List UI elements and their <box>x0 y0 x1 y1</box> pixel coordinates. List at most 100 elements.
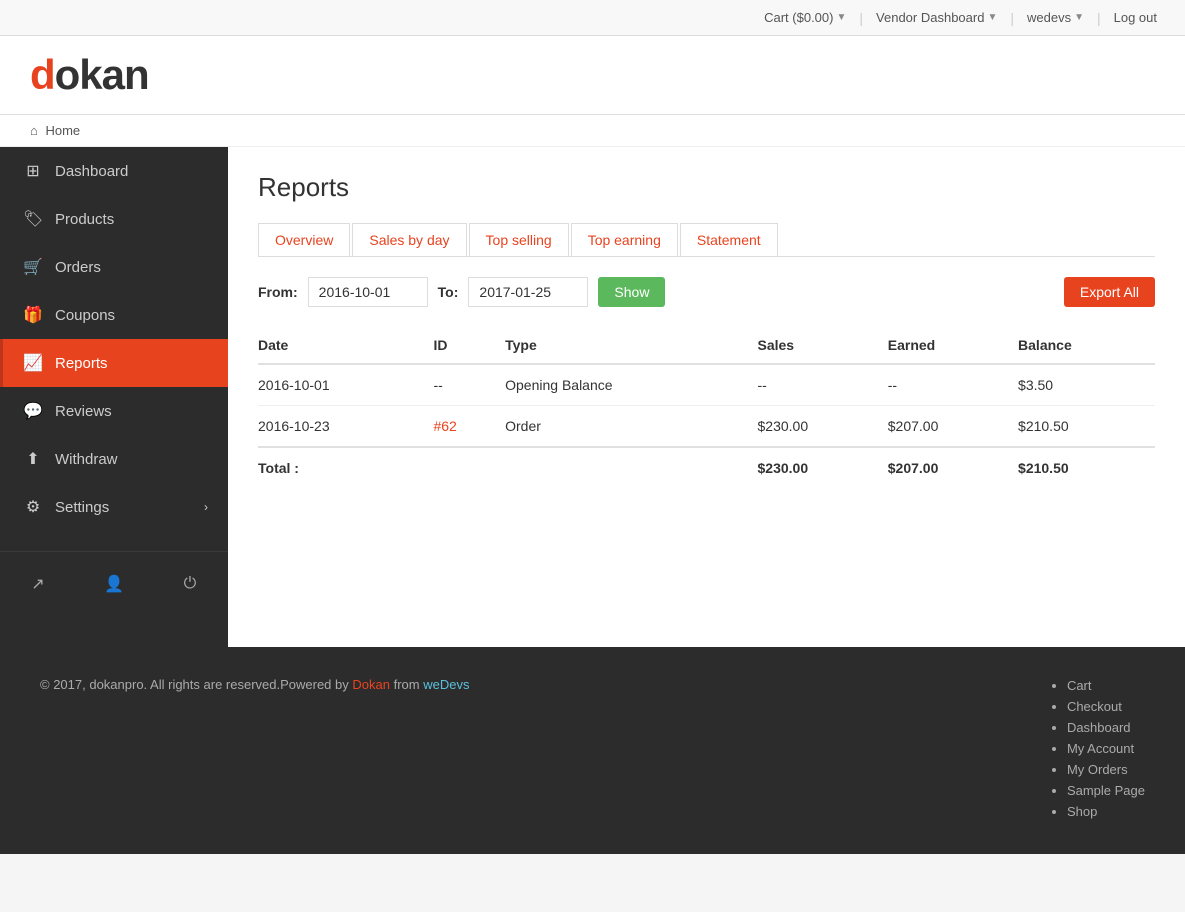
table-row: 2016-10-01--Opening Balance----$3.50 <box>258 364 1155 406</box>
footer-link[interactable]: My Account <box>1067 741 1134 756</box>
show-button[interactable]: Show <box>598 277 665 307</box>
footer-link[interactable]: Sample Page <box>1067 783 1145 798</box>
sidebar-item-withdraw[interactable]: ⬆ Withdraw <box>0 435 228 483</box>
footer-links: Cart Checkout Dashboard My Account My Orders… <box>1047 677 1145 824</box>
site-footer: © 2017, dokanpro. All rights are reserve… <box>0 647 1185 854</box>
withdraw-icon: ⬆ <box>23 449 43 469</box>
table-row: 2016-10-23#62Order$230.00$207.00$210.50 <box>258 406 1155 448</box>
footer-link[interactable]: Checkout <box>1067 699 1122 714</box>
cell-sales: -- <box>758 364 888 406</box>
to-label: To: <box>438 284 459 300</box>
cell-balance: $3.50 <box>1018 364 1155 406</box>
footer-dokan-link[interactable]: Dokan <box>352 677 390 692</box>
from-date-input[interactable] <box>308 277 428 307</box>
logo-d: d <box>30 51 55 98</box>
footer-link-item: Cart <box>1067 677 1145 693</box>
footer-link-item: Sample Page <box>1067 782 1145 798</box>
vendor-dashboard-button[interactable]: Vendor Dashboard ▼ <box>868 10 1005 25</box>
cart-caret: ▼ <box>836 12 846 23</box>
user-icon: 👤 <box>104 574 124 594</box>
cart-label: Cart ($0.00) <box>764 10 833 25</box>
cell-date: 2016-10-01 <box>258 364 433 406</box>
table-total-row: Total :$230.00$207.00$210.50 <box>258 447 1155 488</box>
sidebar-user-button[interactable]: 👤 <box>76 562 152 606</box>
total-balance: $210.50 <box>1018 447 1155 488</box>
col-header-date: Date <box>258 327 433 364</box>
sidebar-item-products[interactable]: 🏷 Products <box>0 195 228 243</box>
sidebar-label-orders: Orders <box>55 259 101 276</box>
tab-sales-by-day[interactable]: Sales by day <box>352 223 466 256</box>
total-sales: $230.00 <box>758 447 888 488</box>
sidebar-item-orders[interactable]: 🛒 Orders <box>0 243 228 291</box>
col-header-type: Type <box>505 327 757 364</box>
total-id <box>433 447 505 488</box>
tab-statement[interactable]: Statement <box>680 223 778 256</box>
sidebar-label-settings: Settings <box>55 499 109 516</box>
from-label: From: <box>258 284 298 300</box>
logout-label: Log out <box>1114 10 1157 25</box>
to-date-input[interactable] <box>468 277 588 307</box>
footer-link[interactable]: Dashboard <box>1067 720 1131 735</box>
sidebar-label-reports: Reports <box>55 355 108 372</box>
col-header-earned: Earned <box>888 327 1018 364</box>
footer-link-item: My Account <box>1067 740 1145 756</box>
cell-earned: $207.00 <box>888 406 1018 448</box>
tab-top-selling[interactable]: Top selling <box>469 223 569 256</box>
settings-icon: ⚙ <box>23 497 43 517</box>
site-logo: dokan <box>30 51 1155 99</box>
sidebar-label-products: Products <box>55 211 114 228</box>
vendor-caret: ▼ <box>987 12 997 23</box>
footer-link[interactable]: Shop <box>1067 804 1097 819</box>
topbar: Cart ($0.00) ▼ | Vendor Dashboard ▼ | we… <box>0 0 1185 36</box>
sidebar-label-coupons: Coupons <box>55 307 115 324</box>
footer-link-item: Dashboard <box>1067 719 1145 735</box>
site-header: dokan <box>0 36 1185 115</box>
sidebar-external-button[interactable]: ↗ <box>0 562 76 606</box>
footer-link-item: Shop <box>1067 803 1145 819</box>
total-type <box>505 447 757 488</box>
col-header-id: ID <box>433 327 505 364</box>
vendor-dashboard-label: Vendor Dashboard <box>876 10 984 25</box>
user-caret: ▼ <box>1074 12 1084 23</box>
tab-overview[interactable]: Overview <box>258 223 350 256</box>
user-menu-button[interactable]: wedevs ▼ <box>1019 10 1092 25</box>
logout-button[interactable]: Log out <box>1106 10 1165 25</box>
tabs: Overview Sales by day Top selling Top ea… <box>258 223 1155 257</box>
sidebar-label-reviews: Reviews <box>55 403 112 420</box>
sidebar: ⊞ Dashboard 🏷 Products 🛒 Orders 🎁 Coupon… <box>0 147 228 647</box>
cell-type: Order <box>505 406 757 448</box>
cart-button[interactable]: Cart ($0.00) ▼ <box>756 10 854 25</box>
cell-id[interactable]: #62 <box>433 406 505 448</box>
sidebar-item-reports[interactable]: 📈 Reports <box>0 339 228 387</box>
sidebar-item-dashboard[interactable]: ⊞ Dashboard <box>0 147 228 195</box>
footer-link[interactable]: Cart <box>1067 678 1092 693</box>
footer-link[interactable]: My Orders <box>1067 762 1128 777</box>
coupons-icon: 🎁 <box>23 305 43 325</box>
cell-earned: -- <box>888 364 1018 406</box>
sidebar-item-reviews[interactable]: 💬 Reviews <box>0 387 228 435</box>
home-icon: ⌂ <box>30 123 38 138</box>
page-title: Reports <box>258 172 1155 203</box>
content-area: Reports Overview Sales by day Top sellin… <box>228 147 1185 647</box>
sidebar-power-button[interactable]: ⏻ <box>152 562 228 606</box>
total-label: Total : <box>258 447 433 488</box>
external-icon: ↗ <box>31 574 44 594</box>
main-layout: ⊞ Dashboard 🏷 Products 🛒 Orders 🎁 Coupon… <box>0 147 1185 647</box>
export-all-button[interactable]: Export All <box>1064 277 1155 307</box>
reviews-icon: 💬 <box>23 401 43 421</box>
col-header-balance: Balance <box>1018 327 1155 364</box>
cell-balance: $210.50 <box>1018 406 1155 448</box>
breadcrumb: ⌂ Home <box>0 115 1185 147</box>
user-label: wedevs <box>1027 10 1071 25</box>
sidebar-label-dashboard: Dashboard <box>55 163 128 180</box>
cell-type: Opening Balance <box>505 364 757 406</box>
tab-top-earning[interactable]: Top earning <box>571 223 678 256</box>
sidebar-item-settings[interactable]: ⚙ Settings › <box>0 483 228 531</box>
products-icon: 🏷 <box>23 209 43 229</box>
power-icon: ⏻ <box>184 575 197 593</box>
breadcrumb-home[interactable]: Home <box>45 123 80 138</box>
sidebar-item-coupons[interactable]: 🎁 Coupons <box>0 291 228 339</box>
footer-wedevs-link[interactable]: weDevs <box>423 677 469 692</box>
footer-copyright: © 2017, dokanpro. All rights are reserve… <box>40 677 469 692</box>
footer-link-item: Checkout <box>1067 698 1145 714</box>
